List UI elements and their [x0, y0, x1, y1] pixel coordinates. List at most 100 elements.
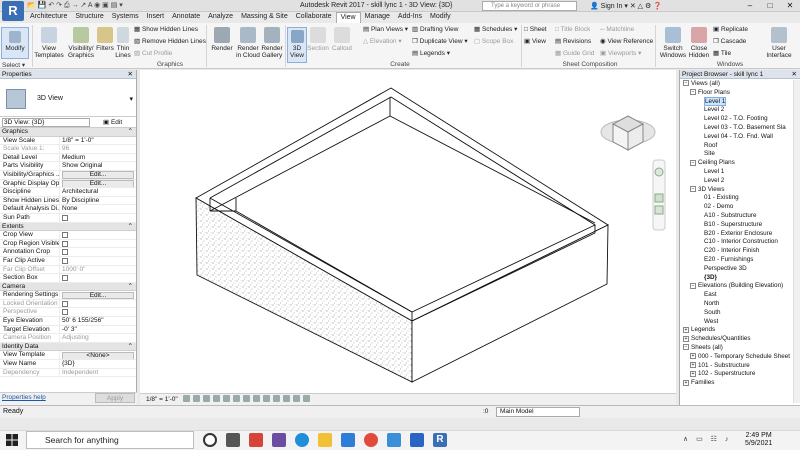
browser-item[interactable]: A10 - Substructure	[704, 212, 757, 221]
modify-button[interactable]: Modify	[1, 27, 29, 59]
property-value[interactable]: <None>	[60, 351, 136, 360]
property-group-identity-data[interactable]: Identity Data ⌃	[0, 342, 136, 352]
file-explorer-icon[interactable]	[318, 433, 332, 447]
property-value[interactable]	[60, 231, 136, 239]
browser-item[interactable]: E20 - Furnishings	[704, 256, 753, 265]
browser-item[interactable]: + Legends	[683, 326, 715, 335]
shadows-icon[interactable]	[213, 395, 220, 402]
tab-view[interactable]: View	[335, 12, 361, 23]
design-option-selector[interactable]: Main Model	[496, 407, 580, 417]
scope-box-button[interactable]: ▢ Scope Box	[474, 38, 513, 46]
browser-item[interactable]: Roof	[704, 142, 717, 151]
property-value[interactable]: Architectural	[60, 188, 136, 196]
guide-grid-button[interactable]: ▦ Guide Grid	[555, 50, 594, 58]
user-interface-button[interactable]: User Interface	[762, 27, 796, 59]
switch-windows-button[interactable]: Switch Windows	[659, 27, 687, 59]
tab-annotate[interactable]: Annotate	[168, 12, 204, 23]
browser-item[interactable]: West	[704, 318, 718, 327]
property-edit-button[interactable]: Edit...	[62, 171, 134, 179]
browser-item[interactable]: Level 02 - T.O. Footing	[704, 115, 768, 124]
browser-item[interactable]: C20 - Interior Finish	[704, 247, 759, 256]
tab-insert[interactable]: Insert	[143, 12, 169, 23]
sign-in-link[interactable]: 👤 Sign In ▾ ✕ △ ⚙ ❓	[590, 2, 662, 10]
lock-icon[interactable]	[253, 395, 260, 402]
browser-item[interactable]: 01 - Existing	[704, 194, 739, 203]
visual-style-icon[interactable]	[193, 395, 200, 402]
expand-icon[interactable]: +	[690, 361, 696, 368]
expand-icon[interactable]: +	[683, 379, 689, 386]
property-group-extents[interactable]: Extents ⌃	[0, 222, 136, 232]
property-edit-button[interactable]: Edit...	[62, 291, 134, 299]
browser-item[interactable]: East	[704, 291, 717, 300]
reveal-hidden-icon[interactable]	[273, 395, 280, 402]
collapse-icon[interactable]: ⌃	[128, 283, 133, 292]
browser-item[interactable]: 02 - Demo	[704, 203, 733, 212]
property-value[interactable]: Edit...	[60, 180, 136, 188]
property-value[interactable]: -0' 3"	[60, 326, 136, 334]
replicate-button[interactable]: ▣ Replicate	[713, 26, 748, 34]
crop-icon[interactable]	[233, 395, 240, 402]
tab-structure[interactable]: Structure	[71, 12, 107, 23]
checkbox[interactable]	[62, 309, 68, 316]
analytical-model-icon[interactable]	[293, 395, 300, 402]
close-icon[interactable]: ✕	[792, 70, 797, 79]
browser-item[interactable]: +102 - Superstructure	[690, 370, 755, 379]
browser-item[interactable]: Site	[704, 150, 715, 159]
browser-item[interactable]: − Elevations (Building Elevation)	[690, 282, 783, 291]
browser-item[interactable]: B20 - Exterior Enclosure	[704, 230, 772, 239]
help-search-input[interactable]: Type a keyword or phrase	[482, 1, 577, 11]
matchline-button[interactable]: ─ Matchline	[600, 26, 634, 34]
plan-views-button[interactable]: ▤ Plan Views ▾	[363, 26, 408, 34]
property-value[interactable]: {3D}	[60, 360, 136, 368]
section-button[interactable]: Section	[307, 27, 329, 52]
browser-item[interactable]: Level 2	[704, 177, 724, 186]
property-value[interactable]: None	[60, 205, 136, 213]
expand-icon[interactable]: +	[690, 370, 696, 377]
chrome-icon[interactable]	[364, 433, 378, 447]
collapse-icon[interactable]: −	[690, 89, 696, 96]
expand-icon[interactable]: +	[683, 326, 689, 333]
detail-level-icon[interactable]	[183, 395, 190, 402]
edge-icon[interactable]	[295, 433, 309, 447]
property-group-graphics[interactable]: Graphics ⌃	[0, 128, 136, 137]
tab-modify[interactable]: Modify	[426, 12, 455, 23]
browser-item[interactable]: C10 - Interior Construction	[704, 238, 778, 247]
browser-item[interactable]: −3D Views	[690, 186, 724, 195]
sheet-button[interactable]: □ Sheet	[524, 26, 547, 34]
render-button[interactable]: Render	[210, 27, 234, 52]
app-icon[interactable]	[272, 433, 286, 447]
sun-path-icon[interactable]	[203, 395, 210, 402]
checkbox[interactable]	[62, 300, 68, 307]
revit-taskbar-icon[interactable]: R	[433, 433, 447, 447]
browser-item[interactable]: − Views (all)	[683, 80, 720, 89]
apply-button[interactable]: Apply	[95, 393, 135, 403]
collapse-icon[interactable]: −	[683, 80, 689, 87]
show-hidden-lines-button[interactable]: ▦ Show Hidden Lines	[134, 26, 198, 34]
3d-view-button[interactable]: 3D View	[287, 27, 307, 63]
tab-manage[interactable]: Manage	[361, 12, 394, 23]
temporary-hide-icon[interactable]	[263, 395, 270, 402]
view-control-icons[interactable]	[183, 395, 310, 403]
store-icon[interactable]	[341, 433, 355, 447]
pdf-reader-icon[interactable]	[249, 433, 263, 447]
browser-item[interactable]: Level 03 - T.O. Basement Sla	[704, 124, 786, 133]
browser-item[interactable]: − Ceiling Plans	[690, 159, 735, 168]
callout-button[interactable]: Callout	[331, 27, 353, 52]
expand-icon[interactable]: +	[690, 353, 696, 360]
collapse-icon[interactable]: −	[690, 159, 696, 166]
browser-scrollbar[interactable]	[793, 80, 800, 403]
tab-massing-site[interactable]: Massing & Site	[237, 12, 292, 23]
collapse-icon[interactable]: −	[683, 344, 689, 351]
windows-start-icon[interactable]	[6, 434, 18, 446]
property-edit-button[interactable]: Edit...	[62, 180, 134, 188]
schedules-button[interactable]: ▦ Schedules ▾	[474, 26, 517, 34]
browser-item[interactable]: +101 - Substructure	[690, 362, 750, 371]
expand-icon[interactable]: +	[683, 335, 689, 342]
task-view-icon[interactable]	[226, 433, 240, 447]
word-icon[interactable]	[410, 433, 424, 447]
property-value[interactable]	[60, 248, 136, 256]
visibility-graphics-button[interactable]: Visibility/ Graphics	[66, 27, 96, 59]
browser-item[interactable]: + Schedules/Quantities	[683, 335, 751, 344]
cut-profile-button[interactable]: ▨ Cut Profile	[134, 50, 172, 58]
browser-item[interactable]: − Sheets (all)	[683, 344, 723, 353]
